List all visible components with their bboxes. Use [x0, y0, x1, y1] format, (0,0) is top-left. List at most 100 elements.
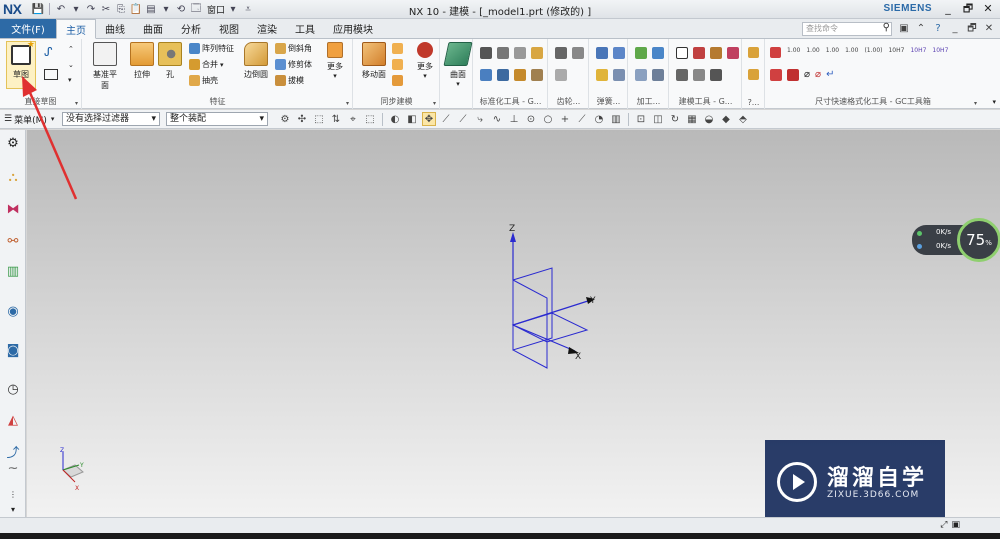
select-icon[interactable]: ◐	[388, 112, 402, 126]
view-icon[interactable]: ◆	[719, 112, 733, 126]
select-icon[interactable]: ⬚	[312, 112, 326, 126]
modeling-tool-icon[interactable]	[676, 69, 688, 81]
group-options-icon[interactable]: ▾	[433, 100, 436, 107]
move-face-button[interactable]: 移动面	[359, 42, 389, 80]
modeling-tool-icon[interactable]	[693, 47, 705, 59]
triangle-icon[interactable]	[676, 47, 688, 59]
scroll-up-icon[interactable]: ⌃	[68, 45, 74, 53]
window-menu[interactable]: 窗口	[207, 3, 225, 16]
hole-button[interactable]: 孔	[155, 42, 185, 80]
select-icon[interactable]: ◧	[405, 112, 419, 126]
snap-icon[interactable]: +	[558, 112, 572, 126]
minimize-doc-button[interactable]: _	[948, 22, 962, 36]
dimension-tool-icon[interactable]	[770, 47, 781, 58]
history-icon[interactable]: ◙	[4, 341, 22, 359]
ribbon-options-icon[interactable]: ▣	[897, 22, 911, 36]
dropdown-icon[interactable]: ▾	[69, 2, 83, 16]
snap-icon[interactable]: ⤷	[473, 112, 487, 126]
machining-icon[interactable]	[652, 69, 664, 81]
view-icon[interactable]: ⬘	[736, 112, 750, 126]
select-icon[interactable]: ⌖	[346, 112, 360, 126]
gear-icon[interactable]	[572, 47, 584, 59]
tab-tools[interactable]: 工具	[286, 19, 324, 38]
modeling-tool-icon[interactable]	[710, 69, 722, 81]
window-icon[interactable]: 🗔	[189, 2, 203, 16]
misc-tool-icon[interactable]	[748, 47, 759, 58]
select-icon[interactable]: ⚙	[278, 112, 292, 126]
restore-doc-button[interactable]: 🗗	[965, 22, 979, 36]
modeling-tool-icon[interactable]	[710, 47, 722, 59]
dimension-tool-icon[interactable]	[770, 69, 782, 81]
select-icon[interactable]: ⬚	[363, 112, 377, 126]
cpu-gauge[interactable]: 75%	[957, 218, 1000, 262]
help-icon[interactable]: ?	[931, 22, 945, 36]
arrow-icon[interactable]: ↵	[826, 69, 834, 81]
repeat-command-icon[interactable]: ▤	[144, 2, 158, 16]
scroll-down-icon[interactable]: ⌄	[68, 61, 74, 69]
tool-icon[interactable]	[480, 69, 492, 81]
dim-format-button[interactable]: 1.00	[806, 47, 819, 58]
sync-tool-icon[interactable]	[392, 59, 403, 70]
spring-icon[interactable]	[613, 69, 625, 81]
datum-plane-button[interactable]: 基准平面	[90, 42, 120, 91]
web-browser-icon[interactable]: ◉	[4, 302, 22, 320]
roles-icon[interactable]: ⁓	[4, 460, 22, 478]
sync-tool-icon[interactable]	[392, 43, 403, 54]
spring-icon[interactable]	[596, 47, 608, 59]
snap-icon[interactable]: ✥	[422, 112, 436, 126]
dim-format-button[interactable]: 10H7	[910, 47, 926, 58]
undo-icon[interactable]: ↶	[54, 2, 68, 16]
sketch-button[interactable]: 草图	[6, 40, 36, 89]
feature-more-button[interactable]: 更多 ▾	[320, 42, 350, 80]
ribbon-expand-icon[interactable]: ▾	[992, 98, 996, 106]
edge-blend-button[interactable]: 边倒圆	[240, 42, 272, 80]
unite-button[interactable]: 合并 ▾	[189, 59, 224, 70]
diameter-icon[interactable]: ⌀	[804, 69, 810, 81]
clock-history-icon[interactable]: ◷	[4, 380, 22, 398]
group-options-icon[interactable]: ▾	[974, 100, 977, 107]
tool-icon[interactable]	[531, 69, 543, 81]
tool-icon[interactable]	[497, 69, 509, 81]
tab-applications[interactable]: 应用模块	[324, 19, 382, 38]
modeling-tool-icon[interactable]	[693, 69, 705, 81]
view-icon[interactable]: ▦	[685, 112, 699, 126]
save-icon[interactable]: 💾	[31, 2, 45, 16]
copy-icon[interactable]: ⎘	[114, 2, 128, 16]
sketch-curve-icon[interactable]: ᔑ	[44, 45, 53, 59]
trim-body-button[interactable]: 修剪体	[275, 59, 312, 70]
select-icon[interactable]: ⇅	[329, 112, 343, 126]
spring-icon[interactable]	[613, 47, 625, 59]
tool-icon[interactable]	[497, 47, 509, 59]
extrude-button[interactable]: 拉伸	[127, 42, 157, 80]
tab-view[interactable]: 视图	[210, 19, 248, 38]
expand-icon[interactable]: ▾	[68, 76, 72, 84]
dim-format-button[interactable]: 1.00	[787, 47, 800, 58]
assembly-navigator-icon[interactable]: ⛬	[4, 168, 22, 186]
tab-curve[interactable]: 曲线	[96, 19, 134, 38]
command-search-input[interactable]: 查找命令	[802, 22, 892, 36]
snap-icon[interactable]: ◔	[592, 112, 606, 126]
machining-icon[interactable]	[635, 69, 647, 81]
dimension-tool-icon[interactable]	[787, 69, 799, 81]
view-icon[interactable]: ◫	[651, 112, 665, 126]
dim-format-button[interactable]: 10H7	[932, 47, 948, 58]
snap-icon[interactable]: ○	[541, 112, 555, 126]
group-options-icon[interactable]: ▾	[346, 100, 349, 107]
tool-icon[interactable]	[480, 47, 492, 59]
type-filter-select[interactable]: 没有选择过滤器	[62, 112, 160, 126]
tool-icon[interactable]	[514, 47, 526, 59]
reuse-library-icon[interactable]: ▥	[4, 262, 22, 280]
modeling-tool-icon[interactable]	[727, 47, 739, 59]
snap-icon[interactable]: ∿	[490, 112, 504, 126]
snap-icon[interactable]: ⟋	[439, 112, 453, 126]
draft-button[interactable]: 拔模	[275, 75, 304, 86]
close-button[interactable]: ✕	[978, 1, 998, 17]
process-studio-icon[interactable]: ⤴	[4, 442, 22, 461]
gear-icon[interactable]	[555, 69, 567, 81]
paste-icon[interactable]: 📋	[129, 2, 143, 16]
gear-icon[interactable]	[555, 47, 567, 59]
collapse-ribbon-icon[interactable]: ⌃	[914, 22, 928, 36]
misc-tool-icon[interactable]	[748, 69, 759, 80]
restore-button[interactable]: 🗗	[958, 1, 978, 17]
search-icon[interactable]: ⚲	[883, 22, 890, 33]
